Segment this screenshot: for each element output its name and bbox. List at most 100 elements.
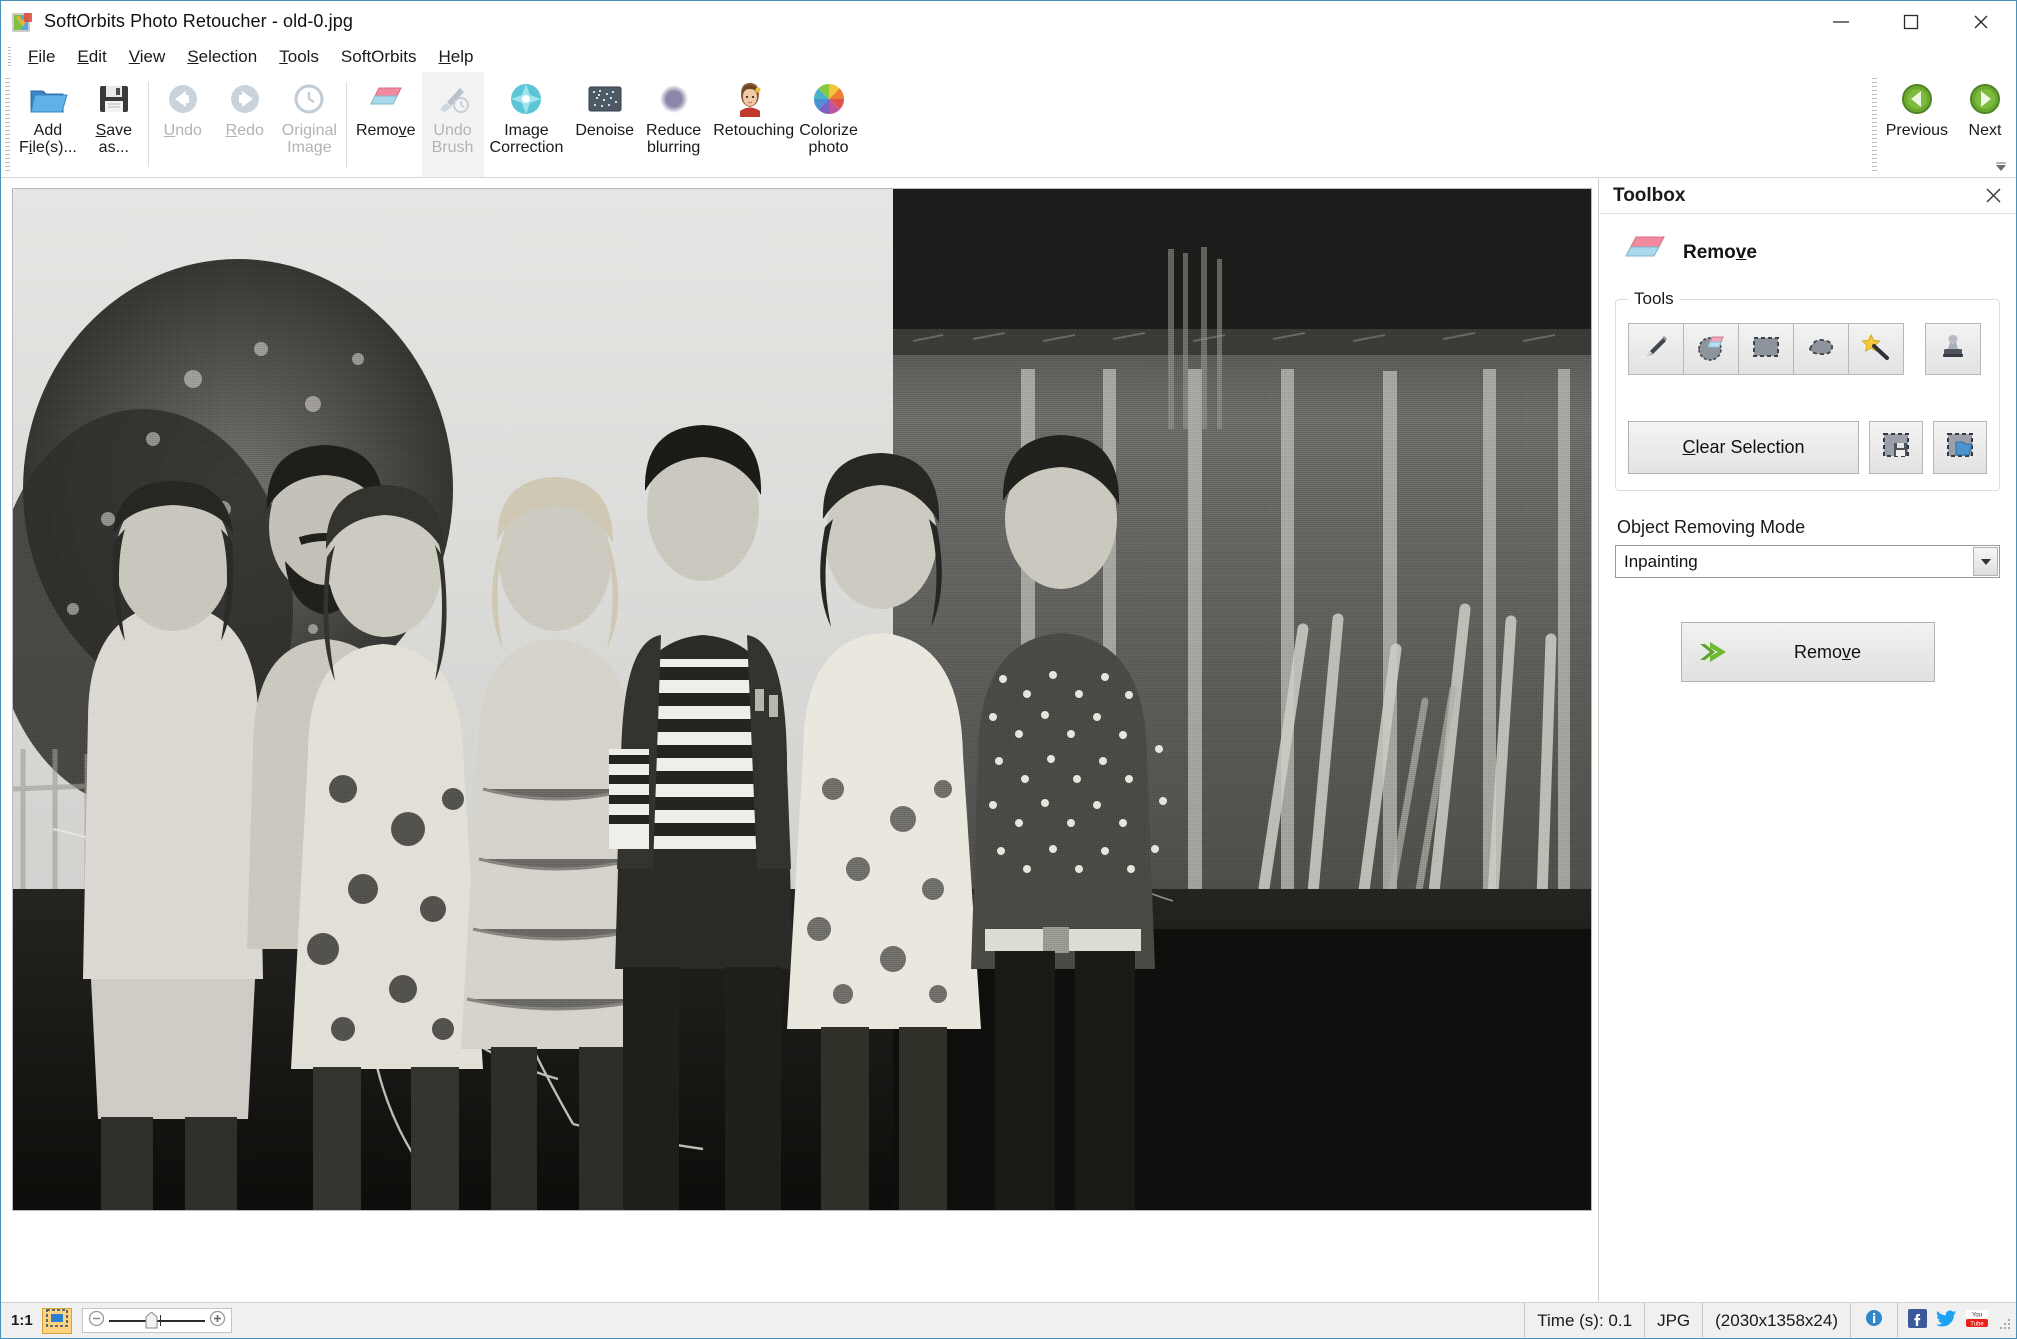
toolbox-mode-header: Remove xyxy=(1621,232,2000,273)
denoise-label: Denoise xyxy=(575,122,635,139)
chevron-down-icon[interactable] xyxy=(1973,547,1998,576)
image-canvas-area[interactable] xyxy=(1,178,1599,1302)
minimize-button[interactable] xyxy=(1806,1,1876,42)
object-removing-mode-select[interactable]: Inpainting xyxy=(1615,545,2000,578)
toolbox-header: Toolbox xyxy=(1599,178,2016,214)
rectangle-select-tool-button[interactable] xyxy=(1738,323,1794,375)
youtube-icon[interactable]: You Tube xyxy=(1966,1309,1988,1333)
load-selection-button[interactable] xyxy=(1933,421,1987,474)
eraser-selection-tool-button[interactable] xyxy=(1683,323,1739,375)
denoise-button[interactable]: Denoise xyxy=(569,72,640,177)
save-as-label: Save as... xyxy=(95,122,133,156)
magic-wand-icon xyxy=(1861,333,1891,366)
ribbon-expand-icon[interactable] xyxy=(1993,161,2009,175)
tools-group-label: Tools xyxy=(1634,289,1674,308)
ribbon-grip xyxy=(5,78,10,171)
menu-softorbits[interactable]: SoftOrbits xyxy=(330,45,428,69)
lasso-select-tool-button[interactable] xyxy=(1793,323,1849,375)
add-files-button[interactable]: Add File(s)... xyxy=(13,72,83,177)
eraser-icon xyxy=(367,78,405,120)
magic-wand-tool-button[interactable] xyxy=(1848,323,1904,375)
toolbox-panel: Toolbox Remove Tools C lear Selection Ob… xyxy=(1599,178,2016,1302)
image-correction-label: Image Correction xyxy=(489,122,564,156)
menu-edit[interactable]: Edit xyxy=(66,45,117,69)
svg-text:You: You xyxy=(1972,1312,1982,1318)
file-format-label: JPG xyxy=(1645,1303,1704,1338)
reduce-blurring-button[interactable]: Reduce blurring xyxy=(640,72,707,177)
app-logo-icon xyxy=(12,11,34,33)
undo-button[interactable]: Undo xyxy=(152,72,214,177)
rectangle-select-icon xyxy=(1751,335,1781,364)
menu-selection[interactable]: Selection xyxy=(176,45,268,69)
load-selection-icon xyxy=(1946,432,1974,463)
image-correction-button[interactable]: Image Correction xyxy=(484,72,570,177)
tools-group: Tools C lear Selection xyxy=(1615,289,2000,491)
zoom-slider-thumb[interactable] xyxy=(145,1311,158,1329)
ribbon-grip xyxy=(1871,78,1877,171)
menu-view[interactable]: View xyxy=(118,45,177,69)
photo-grain-overlay xyxy=(13,189,1591,1210)
previous-button[interactable]: Previous xyxy=(1880,72,1954,177)
original-image-label: Original Image xyxy=(281,122,337,156)
object-removing-mode-value: Inpainting xyxy=(1624,551,1698,571)
save-as-button[interactable]: Save as... xyxy=(83,72,145,177)
eraser-icon xyxy=(1621,232,1669,273)
close-icon[interactable] xyxy=(1980,183,2006,209)
pencil-icon xyxy=(1642,333,1670,366)
menu-file[interactable]: File xyxy=(17,45,66,69)
menu-help[interactable]: Help xyxy=(428,45,485,69)
ribbon-group-edit: Remove Undo Brush Image Correction Denoi… xyxy=(350,72,864,177)
remove-action-label: Remove xyxy=(1793,641,1862,662)
maximize-button[interactable] xyxy=(1876,1,1946,42)
clear-selection-button[interactable]: Clear Selection xyxy=(1628,421,1859,474)
pencil-tool-button[interactable] xyxy=(1628,323,1684,375)
remove-ribbon-button[interactable]: Remove xyxy=(350,72,422,177)
toolbox-mode-name: Remove xyxy=(1683,241,1757,263)
save-selection-button[interactable] xyxy=(1869,421,1923,474)
undo-label: Undo xyxy=(163,122,202,139)
facebook-icon[interactable] xyxy=(1908,1308,1927,1333)
zoom-ratio-label: 1:1 xyxy=(11,1312,33,1329)
ribbon-separator xyxy=(147,82,149,167)
image-dimensions-label: (2030x1358x24) xyxy=(1703,1303,1851,1338)
arrow-right-circle-icon xyxy=(228,78,262,120)
photo-image[interactable] xyxy=(13,189,1591,1210)
clone-stamp-tool-button[interactable] xyxy=(1925,323,1981,375)
next-label: Next xyxy=(1968,122,2002,139)
green-left-arrow-icon xyxy=(1900,78,1934,120)
clock-history-icon xyxy=(293,78,325,120)
menu-tools[interactable]: Tools xyxy=(268,45,330,69)
title-bar: SoftOrbits Photo Retoucher - old-0.jpg xyxy=(1,1,2016,42)
eraser-selection-icon xyxy=(1696,333,1726,366)
retouching-button[interactable]: Retouching xyxy=(707,72,795,177)
window-title: SoftOrbits Photo Retoucher - old-0.jpg xyxy=(44,11,353,31)
main-area: Toolbox Remove Tools C lear Selection Ob… xyxy=(1,178,2016,1302)
tools-row xyxy=(1628,323,1987,375)
remove-action-button[interactable]: Remove xyxy=(1680,622,1935,682)
status-bar: 1:1 Time (s): 0.1 JPG (2030x1358x24) You… xyxy=(1,1302,2016,1338)
window-controls xyxy=(1806,1,2016,42)
info-icon xyxy=(1865,1309,1883,1332)
remove-ribbon-label: Remove xyxy=(355,122,416,139)
resize-grip[interactable] xyxy=(1998,1317,2014,1336)
blur-circle-icon xyxy=(657,78,691,120)
green-double-arrow-icon xyxy=(1696,638,1734,666)
previous-label: Previous xyxy=(1885,122,1948,139)
open-folder-icon xyxy=(28,78,68,120)
colorize-photo-button[interactable]: Colorize photo xyxy=(793,72,864,177)
zoom-in-icon[interactable] xyxy=(209,1310,226,1332)
redo-button[interactable]: Redo xyxy=(214,72,276,177)
retouching-label: Retouching xyxy=(713,122,795,139)
ribbon-group-navigation: Previous Next xyxy=(1868,72,2016,177)
save-selection-icon xyxy=(1882,432,1910,463)
original-image-button[interactable]: Original Image xyxy=(276,72,343,177)
undo-brush-button[interactable]: Undo Brush xyxy=(421,72,484,177)
woman-face-icon xyxy=(734,78,766,120)
close-button[interactable] xyxy=(1946,1,2016,42)
zoom-out-icon[interactable] xyxy=(88,1310,105,1332)
toolbox-body: Remove Tools C lear Selection Object Rem… xyxy=(1599,214,2016,1302)
fit-to-screen-button[interactable] xyxy=(41,1307,72,1334)
info-button[interactable] xyxy=(1851,1303,1898,1338)
twitter-icon[interactable] xyxy=(1936,1309,1957,1333)
zoom-slider[interactable] xyxy=(81,1308,232,1333)
